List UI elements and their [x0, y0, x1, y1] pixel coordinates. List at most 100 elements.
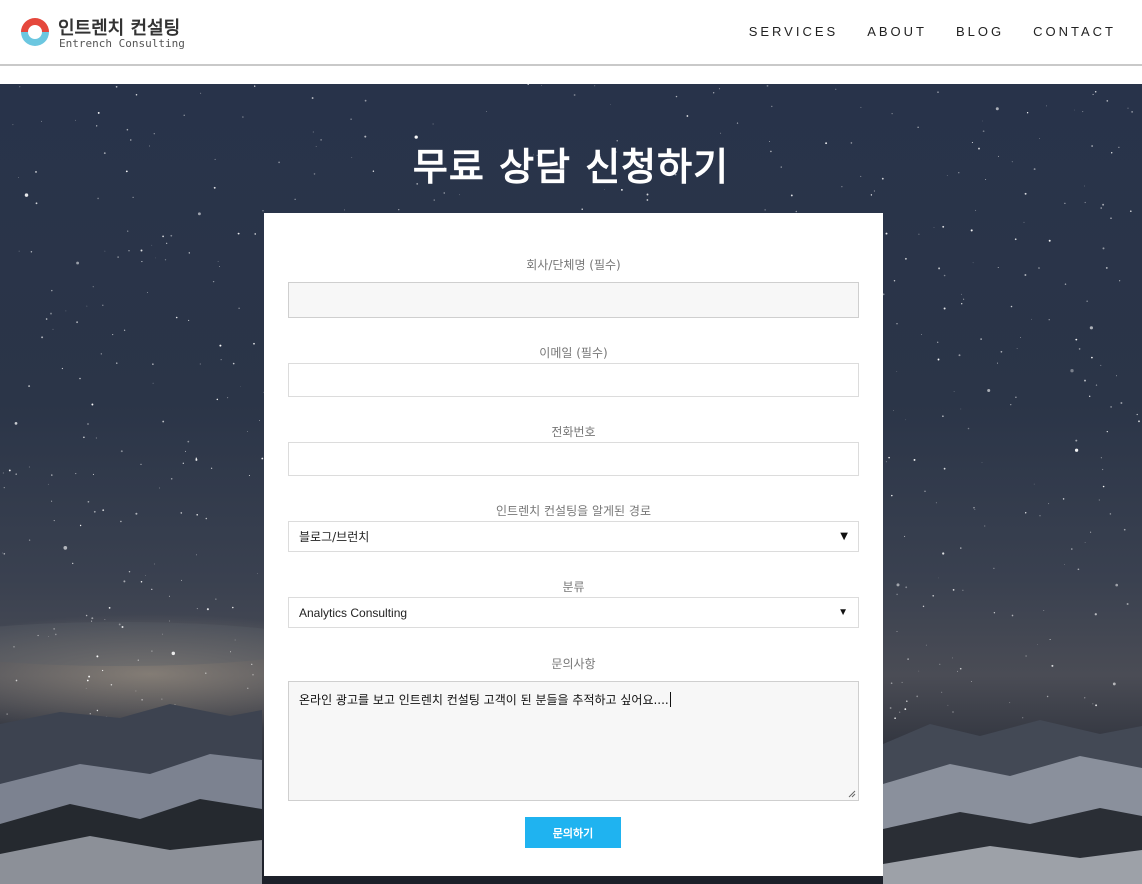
star — [220, 359, 222, 361]
star — [247, 687, 249, 689]
star — [1010, 305, 1013, 308]
nav-contact[interactable]: CONTACT — [1033, 24, 1116, 39]
star — [896, 631, 898, 632]
star — [364, 99, 367, 102]
star — [85, 687, 87, 689]
star — [85, 614, 88, 617]
star — [158, 487, 160, 489]
star — [151, 588, 153, 590]
star — [146, 291, 148, 293]
star — [917, 126, 919, 128]
star — [96, 655, 99, 658]
resize-grip-icon[interactable] — [848, 790, 856, 798]
star — [195, 457, 197, 459]
star — [6, 713, 8, 715]
inquiry-textarea[interactable]: 온라인 광고를 보고 인트렌치 컨설팅 고객이 된 분들을 추적하고 싶어요..… — [288, 681, 859, 801]
star — [1071, 548, 1073, 550]
star — [960, 547, 962, 549]
star — [117, 256, 119, 258]
star — [736, 122, 739, 124]
star — [959, 667, 962, 670]
star — [718, 88, 720, 90]
star — [982, 130, 985, 133]
submit-button[interactable]: 문의하기 — [525, 817, 621, 848]
star — [161, 698, 163, 700]
phone-input[interactable] — [288, 442, 859, 476]
star — [104, 619, 106, 620]
star — [108, 607, 111, 609]
star — [1105, 266, 1108, 269]
star — [541, 84, 542, 86]
star — [164, 259, 167, 261]
star — [646, 199, 649, 201]
nav-about[interactable]: ABOUT — [867, 24, 927, 39]
star — [1126, 603, 1129, 605]
star — [169, 620, 170, 622]
star — [1119, 280, 1121, 282]
nav-services[interactable]: SERVICES — [749, 24, 839, 39]
star — [151, 244, 153, 246]
star — [1037, 644, 1038, 645]
star — [1094, 613, 1097, 616]
star — [205, 517, 208, 520]
category-select[interactable]: Analytics Consulting ▼ — [288, 597, 859, 628]
star — [1131, 111, 1133, 113]
star — [197, 212, 201, 216]
star — [1094, 90, 1097, 93]
star — [1064, 564, 1065, 566]
star — [40, 120, 42, 122]
logo[interactable]: 인트렌치 컨설팅 Entrench Consulting — [18, 14, 198, 52]
page-title: 무료 상담 신청하기 — [412, 145, 730, 189]
star — [1115, 583, 1119, 587]
star — [1109, 513, 1112, 515]
star — [1048, 239, 1051, 242]
star — [196, 514, 198, 516]
star — [1064, 283, 1067, 285]
star — [1090, 531, 1092, 533]
brand-subtitle: Entrench Consulting — [59, 37, 185, 50]
star — [187, 440, 190, 443]
star — [1031, 318, 1032, 320]
star — [76, 321, 78, 324]
star — [459, 194, 460, 196]
star — [227, 397, 229, 399]
star — [993, 567, 995, 570]
star — [443, 192, 445, 194]
email-input[interactable] — [288, 363, 859, 397]
source-select[interactable]: 블로그/브런치 ▼ — [288, 521, 859, 552]
star — [1101, 468, 1104, 471]
star — [893, 279, 896, 282]
star — [1025, 512, 1027, 514]
star — [1070, 369, 1074, 373]
source-label: 인트렌치 컨설팅을 알게된 경로 — [496, 504, 651, 518]
star — [1046, 105, 1047, 107]
star — [943, 467, 946, 470]
star — [1089, 326, 1093, 330]
star — [1078, 348, 1081, 350]
star — [924, 490, 926, 492]
star — [835, 88, 837, 90]
star — [234, 639, 236, 641]
star — [921, 334, 922, 335]
star — [61, 367, 64, 370]
star — [79, 524, 82, 527]
star — [972, 262, 974, 264]
star — [248, 475, 250, 476]
star — [1075, 439, 1078, 442]
star — [238, 307, 240, 309]
star — [975, 209, 977, 211]
star — [958, 354, 961, 357]
company-input[interactable] — [288, 282, 859, 318]
star — [1024, 192, 1027, 195]
star — [1100, 457, 1102, 459]
star — [261, 457, 264, 460]
nav-blog[interactable]: BLOG — [956, 24, 1004, 39]
star — [246, 430, 248, 432]
star — [870, 194, 873, 196]
star — [41, 336, 44, 339]
star — [171, 651, 176, 656]
star — [1026, 112, 1029, 114]
star — [1025, 655, 1027, 657]
category-label: 분류 — [562, 580, 585, 594]
star — [311, 97, 314, 99]
